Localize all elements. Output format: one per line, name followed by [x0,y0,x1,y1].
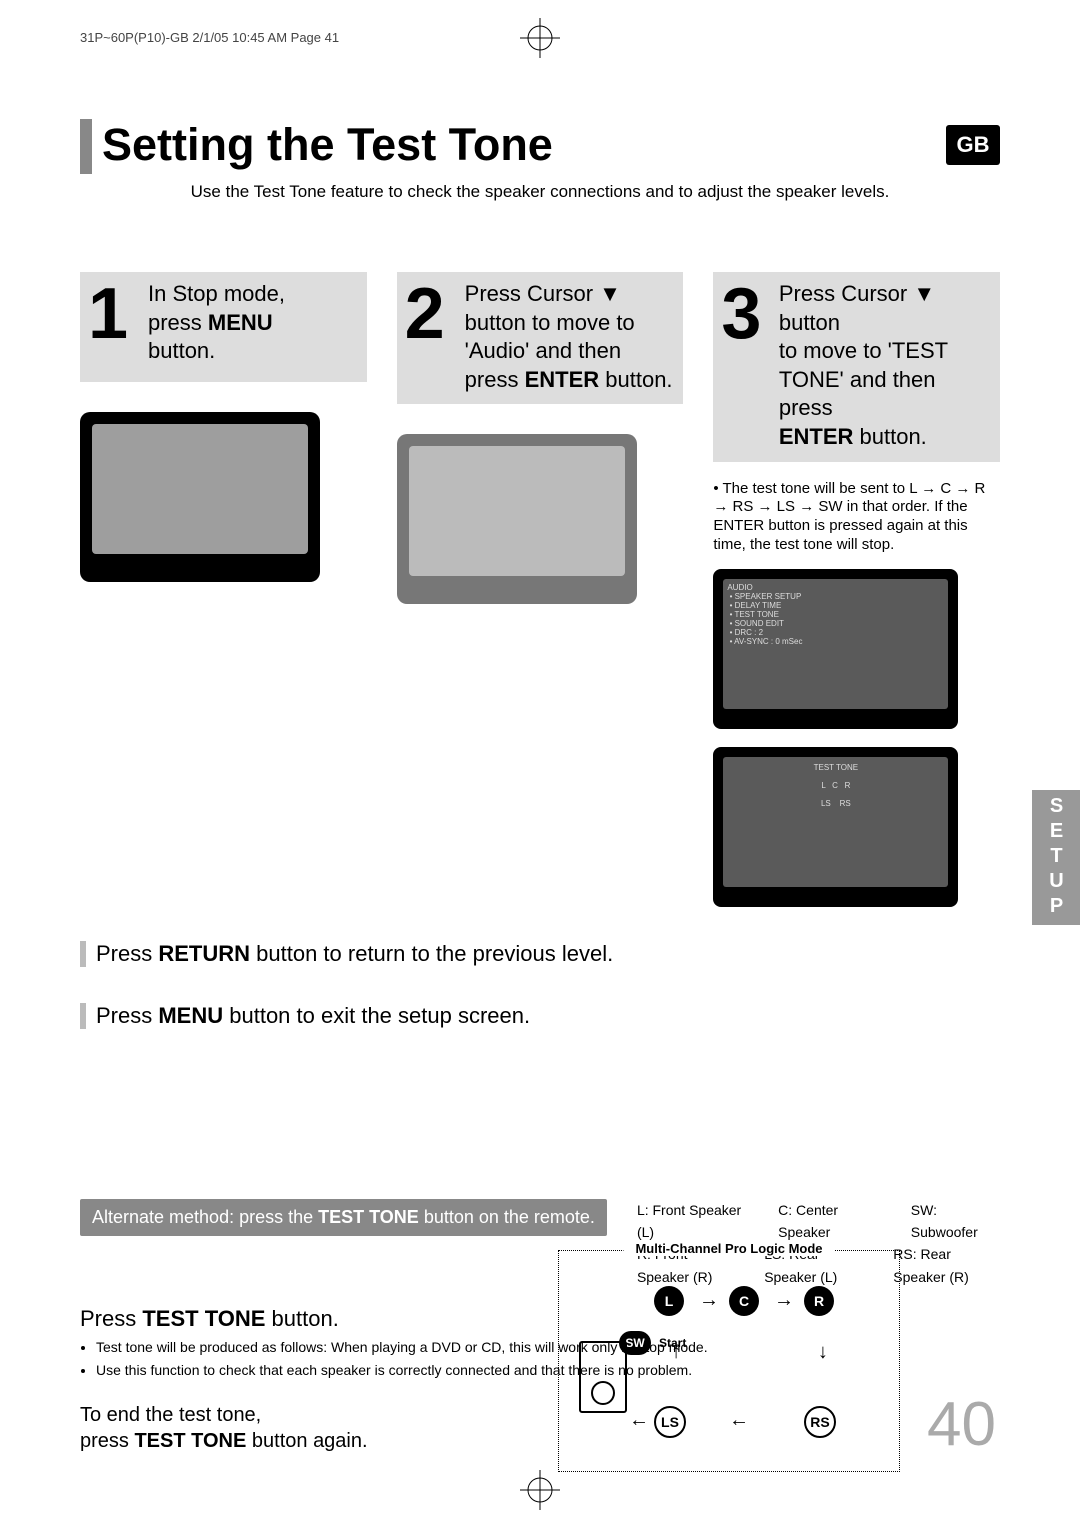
step-2: 2 Press Cursor ▼ button to move to 'Audi… [397,272,684,907]
tv-osd: AUDIO • SPEAKER SETUP • DELAY TIME • TES… [713,569,958,729]
page-number: 40 [927,1389,996,1460]
crop-mark-top [520,18,560,58]
step-number: 2 [397,272,465,404]
crop-mark-bottom [520,1470,560,1510]
arrow-icon: ← [629,1409,649,1432]
arrow-icon: → [814,1343,837,1363]
speaker-flow-diagram: Multi-Channel Pro Logic Mode L → C → R S… [558,1250,900,1472]
step-number: 1 [80,272,148,382]
step-text: Press Cursor ▼ button to move to 'TEST T… [779,272,1000,462]
menu-exit-instruction: Press MENU button to exit the setup scre… [80,1003,1000,1029]
node-R: R [804,1286,834,1316]
subwoofer-icon [579,1341,627,1413]
tv-illustration [80,412,320,582]
step-text: In Stop mode, press MENU button. [148,272,293,382]
step3-note: • The test tone will be sent to L → C → … [713,480,1000,555]
language-badge: GB [946,125,1000,165]
step-3: 3 Press Cursor ▼ button to move to 'TEST… [713,272,1000,907]
page-title: Setting the Test Tone [102,119,553,171]
node-L: L [654,1286,684,1316]
step-number: 3 [713,272,779,462]
title-accent [80,119,92,174]
intro-text: Use the Test Tone feature to check the s… [80,182,1000,202]
node-C: C [729,1286,759,1316]
diagram-title: Multi-Channel Pro Logic Mode [623,1241,834,1256]
arrow-icon: → [699,1289,719,1312]
step-text: Press Cursor ▼ button to move to 'Audio'… [465,272,681,404]
setup-side-tab: SETUP [1032,790,1080,925]
return-instruction: Press RETURN button to return to the pre… [80,941,1000,967]
alternate-method-box: Alternate method: press the TEST TONE bu… [80,1199,607,1236]
arrow-icon: → [774,1289,794,1312]
tv-illustration [397,434,637,604]
arrow-icon: → [663,1343,686,1363]
arrow-icon: ← [729,1409,749,1432]
node-LS: LS [654,1406,686,1438]
tv-osd: TEST TONEL C RLS RS [713,747,958,907]
node-RS: RS [804,1406,836,1438]
step-1: 1 In Stop mode, press MENU button. [80,272,367,907]
